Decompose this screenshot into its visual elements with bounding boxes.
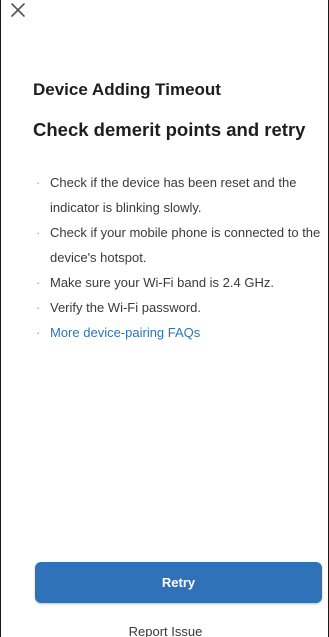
tip-text: Check if the device has been reset and t… [50, 175, 297, 215]
page-title: Device Adding Timeout [33, 80, 221, 99]
tip-item-faq: · More device-pairing FAQs [33, 320, 325, 345]
tip-text: Check if your mobile phone is connected … [50, 225, 321, 265]
app-frame: Device Adding Timeout Check demerit poin… [0, 0, 329, 637]
faq-link[interactable]: More device-pairing FAQs [50, 325, 200, 340]
bullet: · [36, 175, 41, 190]
close-icon [7, 0, 29, 22]
tip-item-hotspot: · Check if your mobile phone is connecte… [33, 220, 325, 270]
tip-text: Make sure your Wi-Fi band is 2.4 GHz. [50, 275, 274, 290]
bullet: · [36, 275, 41, 290]
retry-button[interactable]: Retry [35, 562, 322, 603]
tip-text: Verify the Wi-Fi password. [50, 300, 201, 315]
report-issue-link[interactable]: Report Issue [1, 624, 328, 637]
tip-item-reset: · Check if the device has been reset and… [33, 170, 325, 220]
close-button[interactable] [7, 0, 29, 22]
bullet: · [36, 300, 41, 315]
troubleshooting-list: · Check if the device has been reset and… [33, 170, 325, 345]
bullet: · [36, 225, 41, 240]
page-subtitle: Check demerit points and retry [33, 119, 306, 140]
tip-item-wifi-band: · Make sure your Wi-Fi band is 2.4 GHz. [33, 270, 325, 295]
tip-item-wifi-password: · Verify the Wi-Fi password. [33, 295, 325, 320]
bullet: · [36, 325, 41, 340]
